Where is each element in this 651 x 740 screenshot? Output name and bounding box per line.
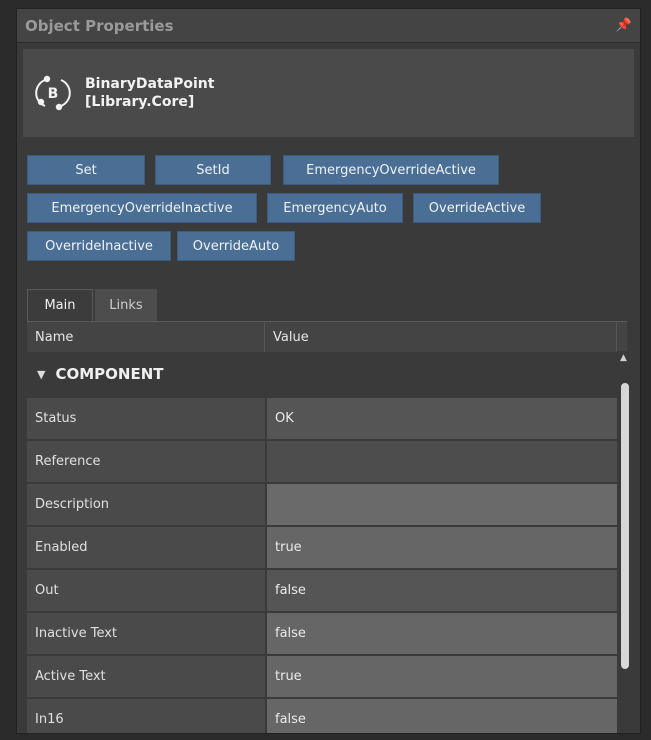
table-row[interactable]: Enabled true xyxy=(27,527,621,569)
table-row[interactable]: Description xyxy=(27,484,621,526)
tab-links[interactable]: Links xyxy=(95,289,157,321)
override-inactive-button[interactable]: OverrideInactive xyxy=(27,231,171,261)
property-value[interactable]: false xyxy=(267,699,621,733)
object-library: [Library.Core] xyxy=(85,94,195,110)
tab-main[interactable]: Main xyxy=(27,289,93,321)
setid-button[interactable]: SetId xyxy=(155,155,271,185)
group-component[interactable]: ▼ COMPONENT xyxy=(27,354,617,394)
grid-header: Name Value xyxy=(27,322,627,352)
property-value[interactable]: false xyxy=(267,613,621,655)
emergency-override-active-button[interactable]: EmergencyOverrideActive xyxy=(283,155,499,185)
pin-icon[interactable]: 📌 xyxy=(616,18,632,33)
object-properties-panel: Object Properties 📌 B BinaryDataPoint [L… xyxy=(16,8,641,734)
property-value[interactable] xyxy=(267,441,621,483)
property-value[interactable] xyxy=(267,484,621,526)
table-row[interactable]: Out false xyxy=(27,570,621,612)
column-name-header[interactable]: Name xyxy=(27,322,265,352)
property-name: Out xyxy=(27,570,265,612)
group-label: COMPONENT xyxy=(55,365,164,383)
table-row[interactable]: Active Text true xyxy=(27,656,621,698)
table-row[interactable]: In16 false xyxy=(27,699,621,733)
property-grid: Name Value ▼ COMPONENT Status OK Referen… xyxy=(27,321,627,733)
emergency-auto-button[interactable]: EmergencyAuto xyxy=(267,193,403,223)
property-value[interactable]: false xyxy=(267,570,621,612)
icon-letter: B xyxy=(48,86,59,102)
column-spacer xyxy=(617,322,627,352)
object-name: BinaryDataPoint [Library.Core] xyxy=(85,75,214,111)
property-name: Description xyxy=(27,484,265,526)
property-name: In16 xyxy=(27,699,265,733)
chevron-down-icon[interactable]: ▼ xyxy=(37,368,45,381)
emergency-override-inactive-button[interactable]: EmergencyOverrideInactive xyxy=(27,193,257,223)
property-name: Reference xyxy=(27,441,265,483)
property-value[interactable]: OK xyxy=(267,398,621,440)
object-header: B BinaryDataPoint [Library.Core] xyxy=(23,49,634,137)
scrollbar-thumb[interactable] xyxy=(621,383,629,669)
table-row[interactable]: Status OK xyxy=(27,398,621,440)
panel-title: Object Properties xyxy=(25,16,174,35)
override-active-button[interactable]: OverrideActive xyxy=(413,193,541,223)
property-value[interactable]: true xyxy=(267,656,621,698)
property-name: Active Text xyxy=(27,656,265,698)
property-name: Status xyxy=(27,398,265,440)
table-row[interactable]: Reference xyxy=(27,441,621,483)
table-row[interactable]: Inactive Text false xyxy=(27,613,621,655)
panel-titlebar: Object Properties 📌 xyxy=(17,9,640,43)
object-type: BinaryDataPoint xyxy=(85,76,215,92)
property-value[interactable]: true xyxy=(267,527,621,569)
property-name: Enabled xyxy=(27,527,265,569)
property-name: Inactive Text xyxy=(27,613,265,655)
scroll-up-icon[interactable]: ▲ xyxy=(620,353,627,363)
override-auto-button[interactable]: OverrideAuto xyxy=(177,231,295,261)
binary-data-point-icon: B xyxy=(35,75,71,111)
set-button[interactable]: Set xyxy=(27,155,145,185)
column-value-header[interactable]: Value xyxy=(265,322,617,352)
